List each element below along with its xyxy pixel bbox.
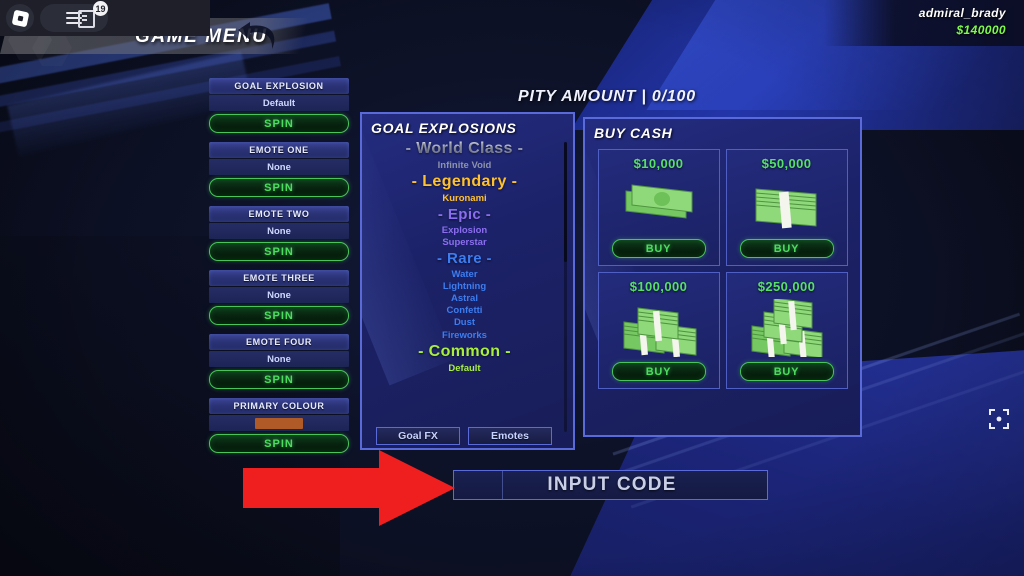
tier-item[interactable]: Infinite Void — [370, 160, 559, 172]
option-value: Default — [209, 95, 349, 111]
option-label: EMOTE TWO — [209, 206, 349, 222]
option-value: None — [209, 351, 349, 367]
cash-package-card[interactable]: $100,000 BUY — [597, 272, 720, 389]
tier-heading: - Legendary - — [411, 173, 518, 191]
roblox-logo-icon[interactable] — [6, 4, 34, 32]
option-label: EMOTE FOUR — [209, 334, 349, 350]
crosshair-cursor-icon — [988, 408, 1010, 430]
buy-button[interactable]: BUY — [611, 239, 706, 258]
code-input[interactable]: INPUT CODE — [453, 470, 768, 500]
buy-cash-title: BUY CASH — [594, 125, 673, 141]
buy-cash-grid: $10,000 BUY $50,000 BUY $100,000 BUY $250,000 B… — [597, 149, 848, 389]
spin-button[interactable]: SPIN — [209, 370, 349, 389]
back-arrow-icon[interactable] — [236, 22, 282, 57]
tier-item[interactable]: Astral — [370, 293, 559, 305]
code-input-placeholder: INPUT CODE — [547, 474, 677, 495]
spin-button[interactable]: SPIN — [209, 178, 349, 197]
tier-heading: - Rare - — [437, 250, 492, 268]
tier-item[interactable]: Explosion — [370, 225, 559, 237]
buy-button[interactable]: BUY — [739, 239, 834, 258]
cash-amount-label: $10,000 — [633, 156, 684, 171]
game-menu-screen: 19 GAME MENU admiral_brady $140000 PITY … — [0, 0, 1024, 576]
cash-package-card[interactable]: $250,000 BUY — [725, 272, 848, 389]
tier-item[interactable]: Water — [370, 269, 559, 281]
tier-item[interactable]: Superstar — [370, 237, 559, 249]
option-value: None — [209, 223, 349, 239]
option-label: EMOTE THREE — [209, 270, 349, 286]
buy-button[interactable]: BUY — [611, 362, 706, 381]
tier-heading: - Epic - — [437, 206, 492, 224]
customization-option: EMOTE ONE None SPIN — [209, 142, 349, 197]
cash-package-card[interactable]: $50,000 BUY — [725, 149, 848, 266]
goal-explosions-list: - World Class - Infinite Void - Legendary … — [362, 140, 573, 375]
tab-emotes[interactable]: Emotes — [468, 427, 552, 445]
cash-amount-label: $100,000 — [629, 279, 688, 294]
customization-option: GOAL EXPLOSION Default SPIN — [209, 78, 349, 133]
tier-item[interactable]: Dust — [370, 317, 559, 329]
buy-cash-panel: BUY CASH $10,000 BUY $50,000 BUY $100,000 BUY… — [583, 117, 862, 437]
buy-button[interactable]: BUY — [739, 362, 834, 381]
tier-item[interactable]: Default — [370, 363, 559, 375]
cash-amount-label: $250,000 — [757, 279, 816, 294]
spin-button[interactable]: SPIN — [209, 306, 349, 325]
option-colour-swatch — [209, 415, 349, 431]
tier-item[interactable]: Confetti — [370, 305, 559, 317]
tier-heading: - World Class - — [370, 140, 559, 159]
cash-bills-small-icon — [599, 171, 719, 239]
user-info: admiral_brady $140000 — [919, 6, 1006, 37]
cash-stack-icon — [599, 294, 719, 362]
cash-package-card[interactable]: $10,000 BUY — [597, 149, 720, 266]
pity-amount-label: PITY AMOUNT | 0/100 — [518, 88, 696, 105]
option-value: None — [209, 159, 349, 175]
cash-bundle-icon — [727, 171, 847, 239]
chat-badge: 19 — [93, 1, 108, 16]
roblox-top-bar: 19 — [0, 0, 210, 36]
goal-explosions-scrollbar[interactable] — [564, 142, 567, 432]
panel-tabs: Goal FX Emotes — [376, 427, 552, 445]
customization-sidebar: GOAL EXPLOSION Default SPIN EMOTE ONE None SP… — [209, 78, 349, 462]
goal-explosions-title: GOAL EXPLOSIONS — [371, 120, 517, 136]
chat-icon[interactable]: 19 — [74, 1, 108, 32]
tier-item[interactable]: Kuronami — [370, 193, 559, 205]
customization-option: EMOTE TWO None SPIN — [209, 206, 349, 261]
customization-option: EMOTE THREE None SPIN — [209, 270, 349, 325]
username-label: admiral_brady — [918, 6, 1006, 20]
option-value: None — [209, 287, 349, 303]
red-arrow-pointer — [243, 450, 455, 526]
option-label: GOAL EXPLOSION — [209, 78, 349, 94]
code-input-caret-zone[interactable] — [454, 471, 503, 499]
customization-option: EMOTE FOUR None SPIN — [209, 334, 349, 389]
spin-button[interactable]: SPIN — [209, 242, 349, 261]
goal-explosions-panel: GOAL EXPLOSIONS - World Class - Infinite … — [360, 112, 575, 450]
tab-goal-fx[interactable]: Goal FX — [376, 427, 460, 445]
tier-item[interactable]: Fireworks — [370, 330, 559, 342]
spin-button[interactable]: SPIN — [209, 114, 349, 133]
option-label: EMOTE ONE — [209, 142, 349, 158]
user-cash-label: $140000 — [956, 23, 1006, 37]
cash-amount-label: $50,000 — [761, 156, 812, 171]
colour-chip — [255, 417, 303, 429]
tier-item[interactable]: Lightning — [370, 281, 559, 293]
cash-tall-stack-icon — [727, 294, 847, 362]
tier-heading: - Common - — [418, 342, 511, 360]
customization-option: PRIMARY COLOUR SPIN — [209, 398, 349, 453]
option-label: PRIMARY COLOUR — [209, 398, 349, 414]
